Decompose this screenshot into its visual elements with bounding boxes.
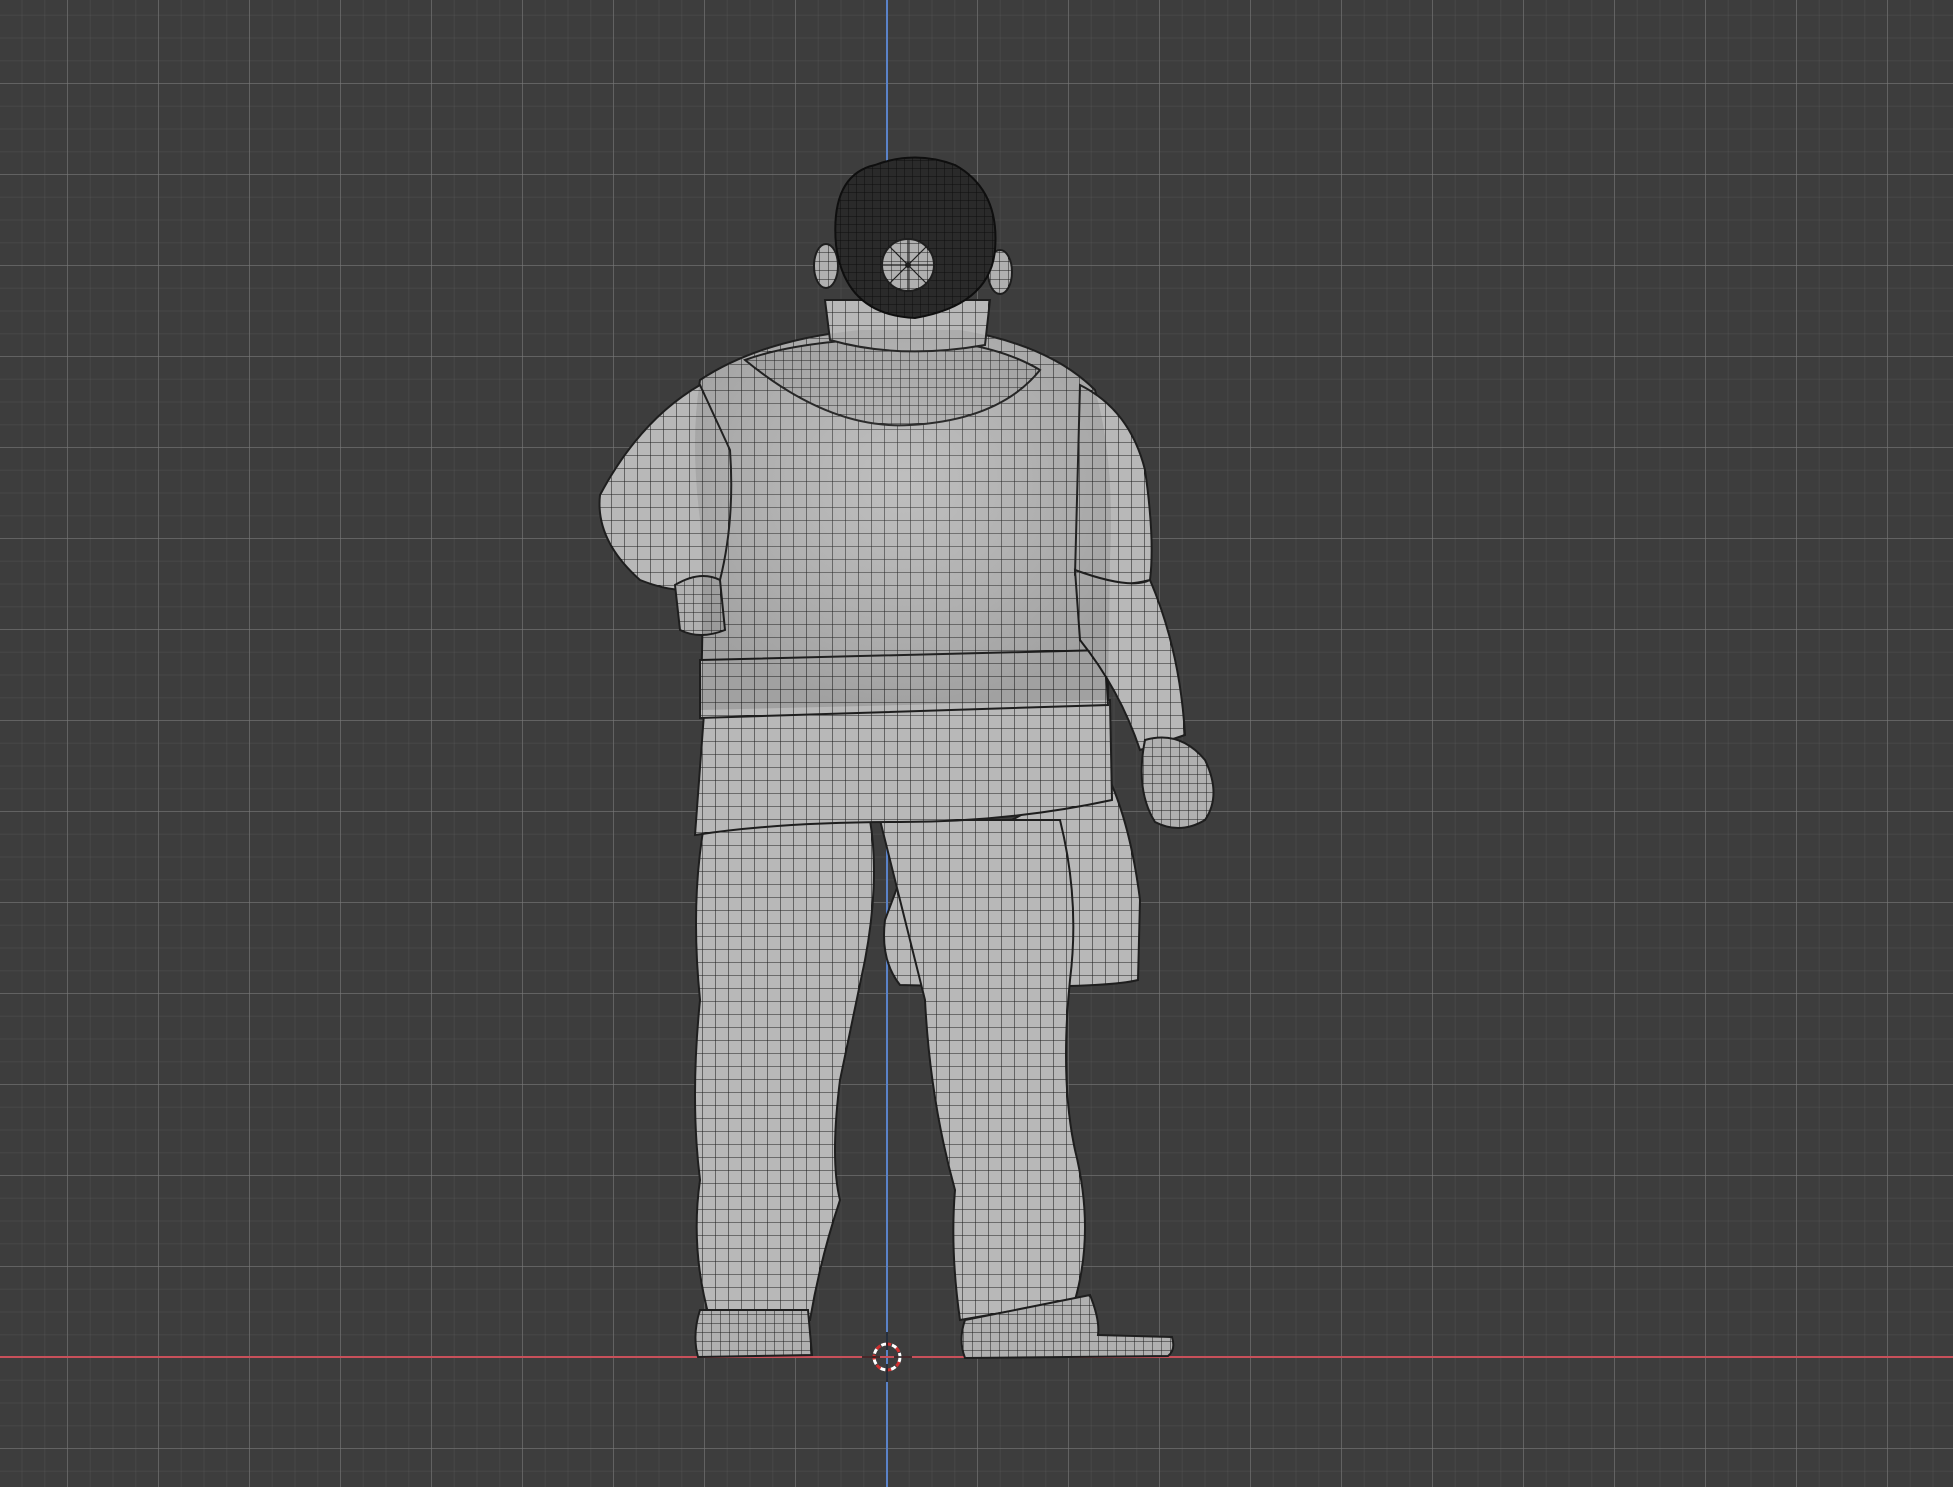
hair <box>834 156 997 320</box>
left-shoe <box>694 1309 814 1359</box>
character-mesh[interactable] <box>0 0 1953 1487</box>
left-ear <box>813 243 839 289</box>
3d-cursor[interactable] <box>862 1332 912 1382</box>
right-leg <box>878 819 1086 1322</box>
left-leg <box>694 819 875 1321</box>
right-fist <box>1140 736 1215 829</box>
3d-viewport[interactable] <box>0 0 1953 1487</box>
